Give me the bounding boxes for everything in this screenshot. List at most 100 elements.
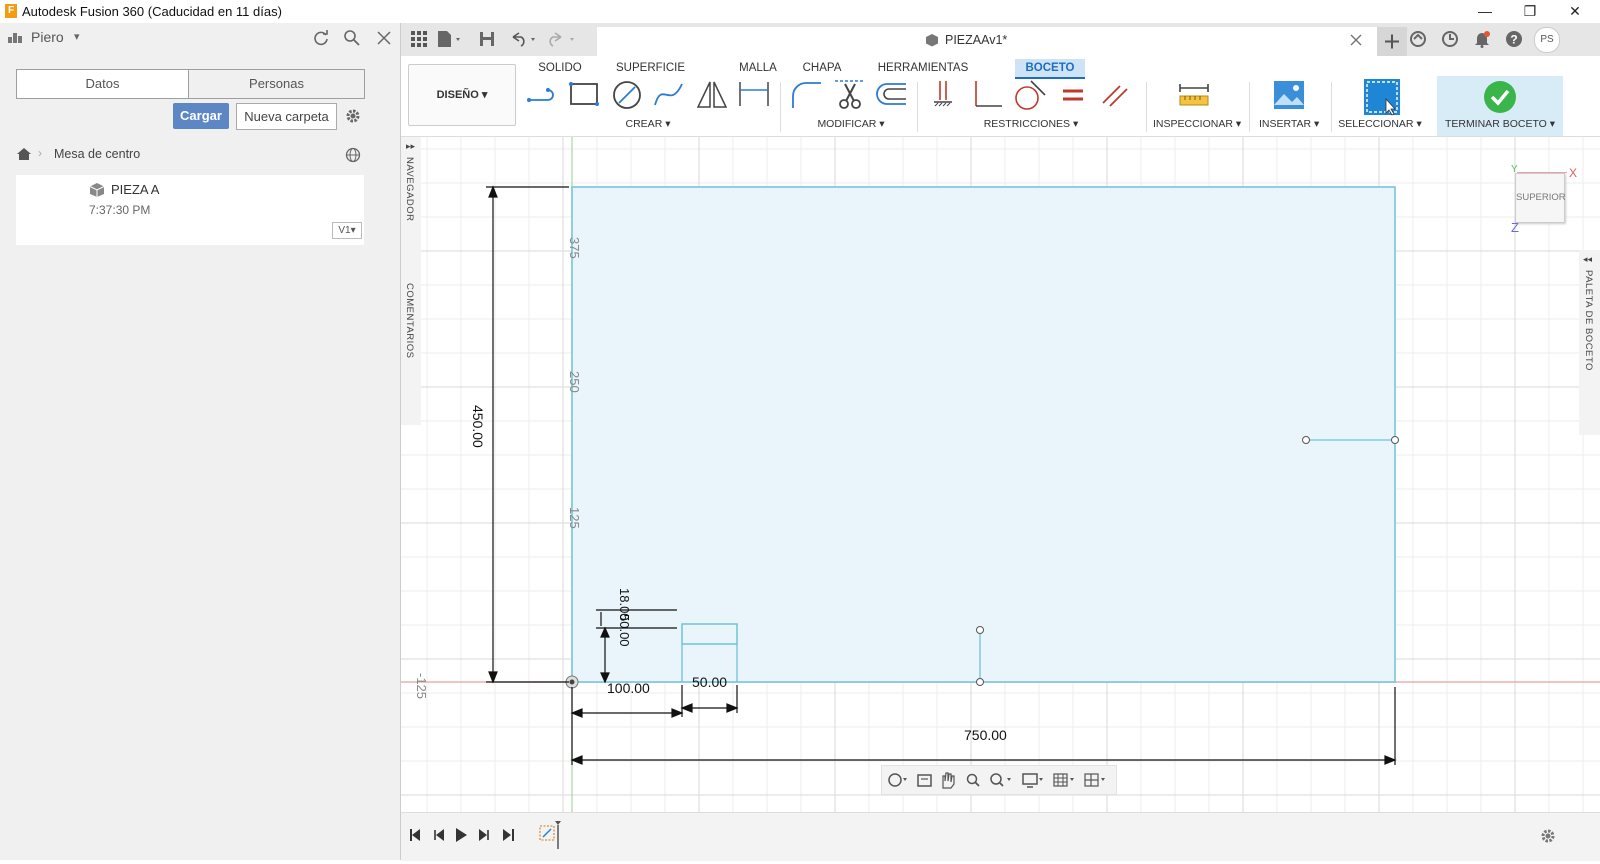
offset-tool-icon[interactable] (875, 78, 909, 112)
globe-icon[interactable] (345, 147, 361, 163)
comments-label[interactable]: COMENTARIOS (404, 283, 415, 359)
file-time: 7:37:30 PM (89, 203, 151, 217)
dimension-tool-icon[interactable] (737, 78, 771, 112)
timeline-settings-gear-icon[interactable] (1539, 827, 1557, 845)
grid-settings-icon (1053, 773, 1074, 787)
version-badge[interactable]: V1▾ (332, 222, 362, 239)
tab-superficie[interactable]: SUPERFICIE (616, 59, 685, 77)
sketch-palette-strip[interactable]: ◂◂ PALETA DE BOCETO (1579, 250, 1600, 435)
fix-constraint-icon[interactable] (928, 78, 962, 112)
undo-icon[interactable] (509, 31, 539, 47)
rectangle-tool-icon[interactable] (568, 78, 602, 112)
job-status-icon[interactable] (1441, 30, 1459, 48)
finish-group-label: TERMINAR BOCETO ▾ (1444, 118, 1556, 130)
refresh-icon[interactable] (312, 29, 330, 47)
circle-tool-icon[interactable] (611, 78, 645, 112)
zoom-window-icon (990, 773, 1011, 787)
restore-button[interactable]: ❐ (1508, 0, 1552, 23)
expand-arrow-icon[interactable]: ◂◂ (1583, 254, 1592, 265)
minimize-button[interactable]: — (1463, 0, 1507, 23)
app-grid-icon[interactable] (411, 31, 427, 47)
file-name: PIEZA A (111, 182, 160, 197)
divider (1249, 82, 1250, 132)
breadcrumb[interactable]: Mesa de centro (54, 147, 140, 161)
sketch-profile-rectangle (571, 186, 1396, 683)
pan-hand-icon (942, 772, 955, 789)
measure-ruler-icon[interactable] (1177, 78, 1211, 112)
sketch-point (1302, 436, 1310, 444)
navigator-strip[interactable]: ▸▸ NAVEGADOR COMENTARIOS (401, 137, 421, 425)
window-title: Autodesk Fusion 360 (Caducidad en 11 día… (22, 4, 282, 19)
file-item[interactable]: PIEZA A 7:37:30 PM V1▾ (16, 175, 364, 245)
fillet-tool-icon[interactable] (790, 78, 824, 112)
next-step-icon (479, 829, 489, 841)
new-folder-button[interactable]: Nueva carpeta (236, 103, 337, 130)
slot-width-dimension-value[interactable]: 50.00 (692, 674, 727, 690)
tab-people[interactable]: Personas (188, 69, 365, 99)
document-tab[interactable]: PIEZAAv1* (597, 27, 1377, 56)
tab-solido[interactable]: SOLIDO (535, 59, 585, 77)
help-icon[interactable]: ? (1505, 30, 1523, 48)
ruler-label: -125 (414, 673, 429, 700)
insert-image-icon[interactable] (1272, 78, 1306, 112)
mirror-tool-icon[interactable] (695, 78, 729, 112)
bell-icon[interactable] (1473, 30, 1491, 48)
data-panel: Piero ▾ Datos Personas Cargar Nueva carp… (0, 23, 401, 860)
tab-malla[interactable]: MALLA (733, 59, 783, 77)
redo-icon[interactable] (548, 31, 578, 47)
insert-group-label[interactable]: INSERTAR ▾ (1259, 118, 1319, 130)
navigation-bar (881, 765, 1117, 795)
home-icon[interactable] (16, 147, 32, 161)
select-group-label[interactable]: SELECCIONAR ▾ (1338, 118, 1422, 130)
orbit-icon (888, 773, 907, 787)
sketch-point (976, 626, 984, 634)
tab-boceto[interactable]: BOCETO (1015, 59, 1085, 79)
search-icon[interactable] (343, 29, 361, 47)
trim-scissors-icon[interactable] (833, 78, 867, 112)
constraints-group-label[interactable]: RESTRICCIONES ▾ (981, 118, 1081, 130)
inspect-group-label[interactable]: INSPECCIONAR ▾ (1153, 118, 1241, 130)
line-tool-icon[interactable] (526, 78, 560, 112)
slot-offset-dimension-value[interactable]: 50.00 (617, 614, 632, 647)
tangent-constraint-icon[interactable] (1013, 78, 1047, 112)
modify-group-label[interactable]: MODIFICAR ▾ (811, 118, 891, 130)
select-tool-icon[interactable] (1363, 78, 1401, 116)
height-dimension-value[interactable]: 450.00 (470, 405, 486, 448)
offset-dimension-value[interactable]: 100.00 (607, 680, 650, 696)
navigator-label[interactable]: NAVEGADOR (404, 157, 415, 222)
viewcube[interactable]: Y X SUPERIOR Z (1511, 162, 1581, 237)
sketch-palette-label[interactable]: PALETA DE BOCETO (1583, 270, 1594, 371)
tab-herramientas[interactable]: HERRAMIENTAS (875, 59, 971, 77)
select-label: SELECCIONAR (1338, 118, 1414, 130)
close-tab-icon[interactable] (1349, 33, 1363, 47)
new-tab-button[interactable] (1377, 27, 1407, 56)
viewcube-face[interactable]: SUPERIOR (1515, 173, 1566, 223)
tab-chapa[interactable]: CHAPA (797, 59, 847, 77)
spline-tool-icon[interactable] (652, 78, 686, 112)
parallel-constraint-icon[interactable] (1098, 78, 1132, 112)
perpendicular-constraint-icon[interactable] (971, 78, 1005, 112)
save-icon[interactable] (479, 31, 495, 47)
width-dimension-value[interactable]: 750.00 (964, 727, 1007, 743)
finish-sketch-button[interactable]: TERMINAR BOCETO ▾ (1437, 76, 1563, 136)
tab-data[interactable]: Datos (16, 69, 189, 99)
equal-constraint-icon[interactable] (1056, 78, 1090, 112)
file-menu-icon[interactable] (437, 30, 465, 48)
play-icon (456, 828, 467, 842)
close-window-button[interactable]: ✕ (1553, 0, 1597, 23)
create-group-label[interactable]: CREAR ▾ (613, 118, 683, 130)
sketch-canvas[interactable]: 450.00 750.00 100.00 50.00 18.00 50.00 3… (401, 137, 1600, 812)
gear-icon[interactable] (344, 107, 362, 125)
upload-button[interactable]: Cargar (173, 103, 229, 129)
modify-label: MODIFICAR (817, 118, 877, 130)
extensions-icon[interactable] (1409, 30, 1427, 48)
breadcrumb-chevron-icon: › (38, 146, 42, 160)
workspace-dropdown[interactable]: DISEÑO ▾ (408, 64, 516, 126)
chevron-down-icon[interactable]: ▾ (74, 30, 80, 43)
insert-label: INSERTAR (1259, 118, 1312, 130)
user-name[interactable]: Piero (31, 29, 64, 45)
collapse-arrow-icon[interactable]: ▸▸ (406, 141, 415, 152)
grid-apps-icon[interactable] (8, 31, 22, 45)
close-panel-icon[interactable] (376, 30, 392, 46)
avatar[interactable]: PS (1534, 27, 1560, 53)
